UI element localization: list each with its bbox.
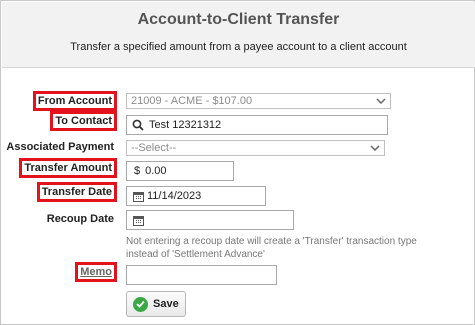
dialog-subtitle: Transfer a specified amount from a payee… [70,41,407,53]
calendar-icon [131,189,145,203]
memo-input[interactable] [126,265,277,285]
dialog-frame: Account-to-Client Transfer Transfer a sp… [0,0,475,325]
associated-payment-value: --Select-- [131,142,177,154]
to-contact-value: Test 12321312 [149,119,222,131]
check-circle-icon [133,296,148,312]
transfer-date-input[interactable]: 11/14/2023 [126,186,266,206]
dialog-header: Account-to-Client Transfer Transfer a sp… [2,2,475,68]
save-button[interactable]: Save [126,291,186,317]
search-icon [131,118,145,132]
transfer-date-value: 11/14/2023 [147,190,202,202]
dialog-title: Account-to-Client Transfer [137,11,340,28]
chevron-down-icon [374,98,388,104]
chevron-down-icon [368,145,382,151]
to-contact-label: To Contact [50,111,117,131]
recoup-date-note-line2: instead of 'Settlement Advance' [126,249,265,260]
from-account-label: From Account [32,91,117,111]
transfer-amount-input[interactable]: $ 0.00 [126,161,234,181]
transfer-amount-value: 0.00 [145,165,167,177]
recoup-date-input[interactable] [126,210,294,230]
to-contact-input[interactable]: Test 12321312 [126,115,388,135]
currency-symbol: $ [134,165,141,177]
calendar-icon [131,213,145,227]
recoup-date-label: Recoup Date [46,213,114,225]
transfer-amount-label: Transfer Amount [19,158,117,178]
associated-payment-label: Associated Payment [6,141,114,153]
memo-label: Memo [75,262,117,282]
recoup-date-note-line1: Not entering a recoup date will create a… [126,236,417,247]
from-account-value: 21009 - ACME - $107.00 [131,95,253,107]
transfer-date-label: Transfer Date [36,182,117,202]
save-button-label: Save [153,298,179,310]
from-account-select[interactable]: 21009 - ACME - $107.00 [126,93,391,109]
associated-payment-select[interactable]: --Select-- [126,140,385,156]
